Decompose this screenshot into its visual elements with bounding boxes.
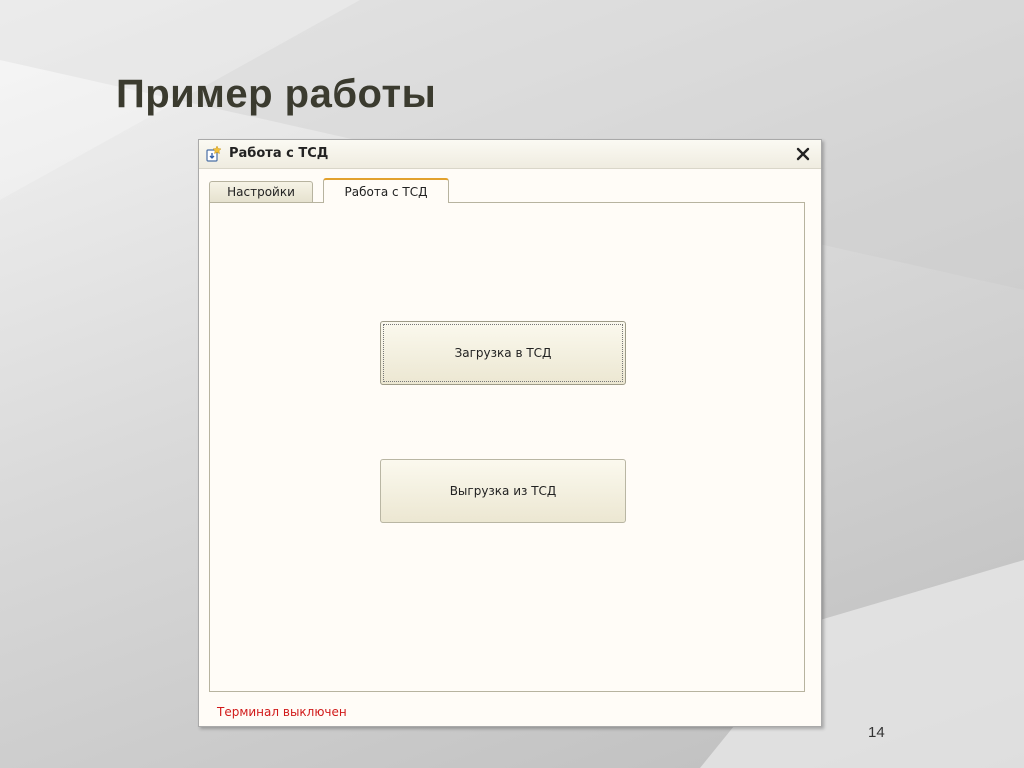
tab-settings[interactable]: Настройки (209, 181, 313, 202)
page-number: 14 (868, 724, 885, 741)
close-button[interactable] (793, 144, 813, 164)
upload-to-tsd-button[interactable]: Загрузка в ТСД (380, 321, 626, 385)
tab-panel: Загрузка в ТСД Выгрузка из ТСД (209, 202, 805, 692)
tsd-window: Работа с ТСД Настройки Работа с ТСД Загр… (198, 139, 822, 727)
window-titlebar: Работа с ТСД (199, 140, 821, 169)
terminal-status-text: Терминал выключен (217, 705, 347, 719)
close-icon (796, 147, 810, 161)
window-title: Работа с ТСД (229, 146, 329, 161)
download-from-tsd-button[interactable]: Выгрузка из ТСД (380, 459, 626, 523)
tab-work-with-tsd[interactable]: Работа с ТСД (323, 178, 449, 203)
slide-title: Пример работы (116, 72, 437, 116)
app-window-icon (206, 145, 222, 162)
